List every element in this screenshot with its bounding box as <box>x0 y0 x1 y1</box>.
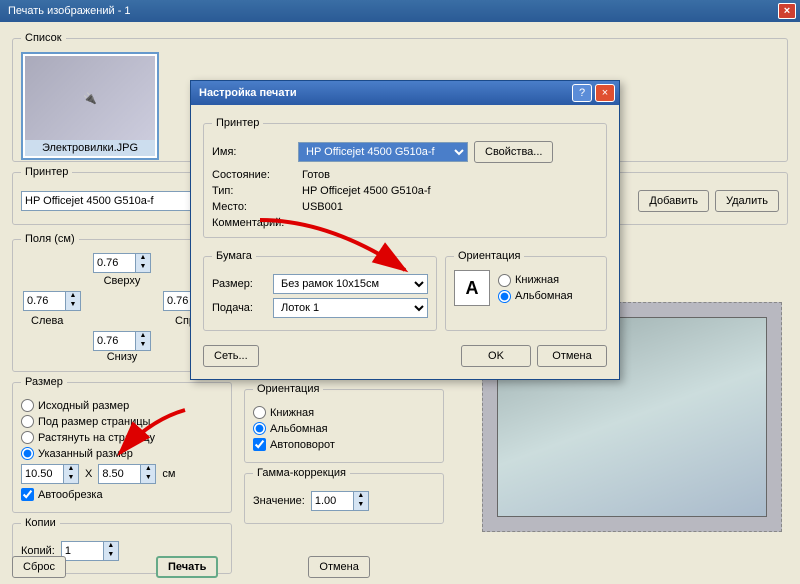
size-fieldset: Размер Исходный размер Под размер страни… <box>12 376 232 513</box>
gamma-input[interactable] <box>311 491 353 511</box>
add-button[interactable]: Добавить <box>638 190 709 212</box>
dialog-state-label: Состояние: <box>212 169 302 181</box>
dialog-printer-select[interactable]: HP Officejet 4500 G510a-f <box>298 142 468 162</box>
portrait-label: Книжная <box>270 407 314 419</box>
dialog-ok-button[interactable]: OK <box>461 345 531 367</box>
size-orig-label: Исходный размер <box>38 400 129 412</box>
dialog-printer-legend: Принтер <box>212 117 263 129</box>
dialog-name-label: Имя: <box>212 146 292 158</box>
dialog-portrait-label: Книжная <box>515 274 559 286</box>
dialog-help-button[interactable]: ? <box>572 84 592 102</box>
dialog-cancel-button[interactable]: Отмена <box>537 345 607 367</box>
dialog-printer-fieldset: Принтер Имя: HP Officejet 4500 G510a-f С… <box>203 117 607 238</box>
spinner[interactable]: ▲▼ <box>353 491 369 511</box>
cancel-button[interactable]: Отмена <box>308 556 369 578</box>
landscape-radio[interactable] <box>253 422 266 435</box>
dialog-place-value: USB001 <box>302 201 598 213</box>
dialog-close-button[interactable]: × <box>595 84 615 102</box>
printer-legend: Принтер <box>21 166 72 178</box>
dialog-paper-fieldset: Бумага Размер: Без рамок 10x15см Подача: Л… <box>203 250 437 331</box>
dialog-portrait-radio[interactable] <box>498 274 511 287</box>
delete-button[interactable]: Удалить <box>715 190 779 212</box>
properties-button[interactable]: Свойства... <box>474 141 553 163</box>
size-fit-radio[interactable] <box>21 415 34 428</box>
spinner[interactable]: ▲▼ <box>135 331 151 351</box>
gamma-label: Значение: <box>253 495 305 507</box>
size-x-label: X <box>85 468 92 480</box>
orientation-fieldset: Ориентация Книжная Альбомная Автоповорот <box>244 383 444 463</box>
autorotate-label: Автоповорот <box>270 439 335 451</box>
dialog-paper-legend: Бумага <box>212 250 256 262</box>
print-setup-dialog: Настройка печати ? × Принтер Имя: HP Off… <box>190 80 620 380</box>
printer-name-input[interactable] <box>21 191 191 211</box>
dialog-feed-label: Подача: <box>212 302 267 314</box>
main-titlebar: Печать изображений - 1 × <box>0 0 800 22</box>
size-stretch-label: Растянуть на страницу <box>38 432 155 444</box>
autocrop-checkbox[interactable] <box>21 488 34 501</box>
dialog-paper-feed-select[interactable]: Лоток 1 <box>273 298 428 318</box>
landscape-label: Альбомная <box>270 423 328 435</box>
dialog-type-value: HP Officejet 4500 G510a-f <box>302 185 598 197</box>
print-button[interactable]: Печать <box>156 556 218 578</box>
thumbnail-label: Электровилки.JPG <box>25 140 155 156</box>
window-close-button[interactable]: × <box>778 3 796 19</box>
reset-button[interactable]: Сброс <box>12 556 66 578</box>
size-fit-label: Под размер страницы <box>38 416 150 428</box>
size-w-input[interactable] <box>21 464 63 484</box>
portrait-radio[interactable] <box>253 406 266 419</box>
network-button[interactable]: Сеть... <box>203 345 259 367</box>
dialog-orient-fieldset: Ориентация A Книжная Альбомная <box>445 250 607 331</box>
dialog-title: Настройка печати <box>195 87 572 99</box>
orientation-legend: Ориентация <box>253 383 323 395</box>
size-custom-radio[interactable] <box>21 447 34 460</box>
window-title: Печать изображений - 1 <box>4 5 778 17</box>
size-stretch-radio[interactable] <box>21 431 34 444</box>
spinner[interactable]: ▲▼ <box>140 464 156 484</box>
autorotate-checkbox[interactable] <box>253 438 266 451</box>
size-unit-label: см <box>162 468 175 480</box>
spinner[interactable]: ▲▼ <box>65 291 81 311</box>
spinner[interactable]: ▲▼ <box>63 464 79 484</box>
thumbnail[interactable]: 🔌 Электровилки.JPG <box>21 52 159 160</box>
size-h-input[interactable] <box>98 464 140 484</box>
size-orig-radio[interactable] <box>21 399 34 412</box>
dialog-landscape-label: Альбомная <box>515 290 573 302</box>
list-legend: Список <box>21 32 66 44</box>
dialog-state-value: Готов <box>302 169 598 181</box>
dialog-titlebar: Настройка печати ? × <box>191 81 619 105</box>
margins-legend: Поля (см) <box>21 233 79 245</box>
margin-left-label: Слева <box>31 315 63 327</box>
size-legend: Размер <box>21 376 67 388</box>
autocrop-label: Автообрезка <box>38 489 103 501</box>
spinner[interactable]: ▲▼ <box>135 253 151 273</box>
dialog-size-label: Размер: <box>212 278 267 290</box>
copies-legend: Копии <box>21 517 60 529</box>
gamma-fieldset: Гамма-коррекция Значение: ▲▼ <box>244 467 444 524</box>
orientation-icon: A <box>454 270 490 306</box>
margin-left-input[interactable] <box>23 291 65 311</box>
dialog-landscape-radio[interactable] <box>498 290 511 303</box>
margin-bottom-input[interactable] <box>93 331 135 351</box>
dialog-paper-size-select[interactable]: Без рамок 10x15см <box>273 274 428 294</box>
dialog-comment-label: Комментарий: <box>212 217 302 229</box>
gamma-legend: Гамма-коррекция <box>253 467 350 479</box>
dialog-orient-legend: Ориентация <box>454 250 524 262</box>
thumbnail-image: 🔌 <box>25 56 155 140</box>
dialog-place-label: Место: <box>212 201 302 213</box>
margin-top-input[interactable] <box>93 253 135 273</box>
dialog-type-label: Тип: <box>212 185 302 197</box>
size-custom-label: Указанный размер <box>38 448 133 460</box>
